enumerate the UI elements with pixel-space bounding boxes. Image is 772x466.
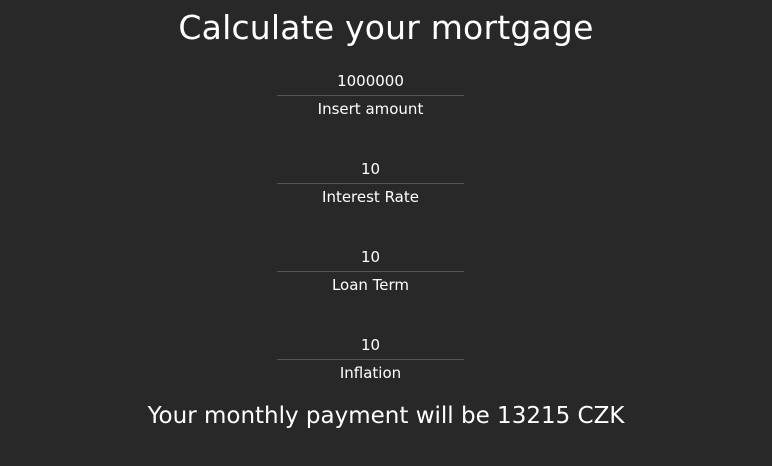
interest-rate-input[interactable] (277, 156, 464, 184)
page-title: Calculate your mortgage (178, 8, 594, 47)
mortgage-calculator-page: Calculate your mortgage Insert amount In… (0, 0, 772, 466)
loan-term-label: Loan Term (331, 276, 410, 294)
inflation-label: Inflation (339, 364, 402, 382)
inflation-field-group: Inflation (277, 332, 464, 383)
amount-input[interactable] (277, 68, 464, 96)
amount-field-group: Insert amount (277, 68, 464, 119)
loan-term-input[interactable] (277, 244, 464, 272)
interest-rate-field-group: Interest Rate (277, 156, 464, 207)
loan-term-field-group: Loan Term (277, 244, 464, 295)
monthly-payment-result: Your monthly payment will be 13215 CZK (147, 403, 625, 429)
interest-rate-label: Interest Rate (322, 188, 419, 206)
amount-label: Insert amount (317, 100, 424, 118)
inflation-input[interactable] (277, 332, 464, 360)
